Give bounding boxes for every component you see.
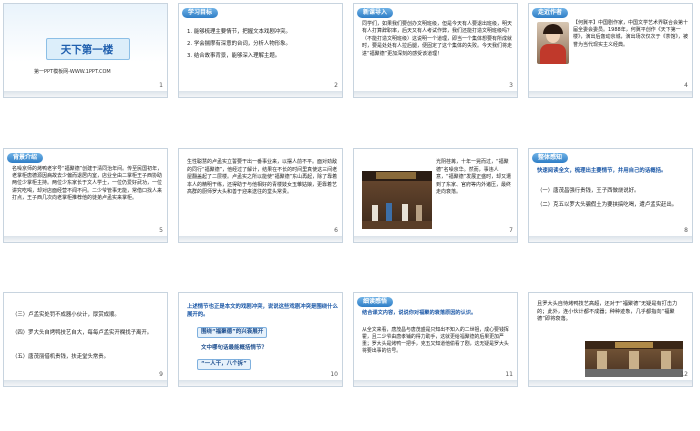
plot-text: 光阴荏苒，十年一晃而过，“福聚德”名噪京华。然而，事违人意，“福聚德”发展正盛时… bbox=[436, 159, 512, 196]
author-photo bbox=[537, 22, 569, 64]
slide-bottom-bar bbox=[354, 236, 517, 242]
plot-item: （四）罗大头自烤鸭技艺自大，每每卢孟实开欄找子离开。 bbox=[12, 330, 153, 336]
slide-thumbnail-9[interactable]: （三）卢孟实处罚不成器小伙计，厚赏成顺。 （四）罗大头自烤鸭技艺自大，每每卢孟实… bbox=[3, 292, 168, 387]
analysis-text: 从全文来看，唐茂昌与唐茂盛是只知出不知入的二世祖，成心要钱挥霍，且二少爷由唐孝铺… bbox=[362, 327, 509, 354]
slide-number: 4 bbox=[684, 82, 688, 89]
slide-thumbnail-12[interactable]: 且罗大头自恃烤鸭技艺高超，还对于“福聚德”无疑是有打击力的；此外，连小伙计都不成… bbox=[528, 292, 693, 387]
plot-item: （三）卢孟实处罚不成器小伙计，厚赏成顺。 bbox=[12, 312, 120, 318]
slide-number: 2 bbox=[334, 82, 338, 89]
plot-item: （一）唐茂昌强行贵钱，王子西做烧说好。 bbox=[537, 188, 640, 194]
conflict-prompt: 上述情节也正是本文的戏剧冲突，说说这些戏剧冲突是围绕什么展开的。 bbox=[187, 304, 338, 318]
plot-item: （二）克五以罗大头骗假土为要挟搞吃喝，遭卢孟实赶出。 bbox=[537, 202, 678, 208]
slide-number: 10 bbox=[330, 371, 338, 378]
slide-bottom-bar bbox=[179, 380, 342, 386]
slide-thumbnail-3[interactable]: 新课导入 同学们，如果我们要创办文明班级，但是今天有人要退出班级，明天有人打算辞… bbox=[353, 3, 518, 98]
slide-header: 细读感悟 bbox=[357, 297, 394, 307]
slide-bottom-bar bbox=[354, 380, 517, 386]
background-text: 名噪京师的烤鸭老字号“福聚德”创建于清同治年间。传至民国初年，老掌柜唐德源因病故… bbox=[12, 166, 163, 201]
slide-bottom-bar bbox=[354, 91, 517, 97]
intro-text: 同学们，如果我们要创办文明班级，但是今天有人要退出班级，明天有人打算辞职率，后天… bbox=[362, 21, 513, 57]
slide-number: 3 bbox=[509, 82, 513, 89]
slide-bottom-bar bbox=[529, 380, 692, 386]
slide-thumbnail-8[interactable]: 整体感知 快速阅读全文，梳理出主要情节，并用自己的话概括。 （一）唐茂昌强行贵钱… bbox=[528, 148, 693, 243]
analysis-prompt: 结合课文内容，说说你对福聚的衰落原因的认识。 bbox=[362, 310, 477, 316]
objective-item: 2. 学会揣摩有深意的台词，分析人物形象。 bbox=[187, 41, 291, 47]
slide-number: 7 bbox=[509, 227, 513, 234]
slide-thumbnail-2[interactable]: 学习目标 1. 能够梳理主要情节，把握文本戏剧冲突。 2. 学会揣摩有深意的台词… bbox=[178, 3, 343, 98]
answer-box: “一人干，八个拆” bbox=[197, 359, 251, 370]
slide-header: 走近作者 bbox=[532, 8, 569, 18]
slide-title: 天下第一楼 bbox=[60, 44, 114, 56]
author-text: 【何冀平】中国剧作家，中国文学艺术界联合会第十届全委会委员。1988年，何冀平创… bbox=[573, 20, 689, 48]
slide-number: 9 bbox=[159, 371, 163, 378]
slide-bottom-bar bbox=[529, 91, 692, 97]
slide-number: 6 bbox=[334, 227, 338, 234]
slide-header: 背景介绍 bbox=[7, 153, 44, 163]
slide-header: 学习目标 bbox=[182, 8, 219, 18]
slide-thumbnail-7[interactable]: 光阴荏苒，十年一晃而过，“福聚德”名噪京华。然而，事违人意，“福聚德”发展正盛时… bbox=[353, 148, 518, 243]
slide-header: 新课导入 bbox=[357, 8, 394, 18]
slide-thumbnail-11[interactable]: 细读感悟 结合课文内容，说说你对福聚的衰落原因的认识。 从全文来看，唐茂昌与唐茂… bbox=[353, 292, 518, 387]
task-prompt: 快速阅读全文，梳理出主要情节，并用自己的话概括。 bbox=[537, 168, 667, 174]
slide-number: 11 bbox=[505, 371, 513, 378]
slide-thumbnail-6[interactable]: 生性聪慧的卢孟实立誓要干出一番事业来，以摆人前不平。面对劲敌的同行“福聚德”，他… bbox=[178, 148, 343, 243]
restaurant-photo bbox=[585, 341, 683, 377]
objective-item: 1. 能够梳理主要情节，把握文本戏剧冲突。 bbox=[187, 29, 291, 35]
answer-box: 围绕“福聚德”的兴衰展开 bbox=[197, 327, 268, 338]
slide-bottom-bar bbox=[4, 91, 167, 97]
slide-bottom-bar bbox=[529, 236, 692, 242]
slide-number: 5 bbox=[159, 227, 163, 234]
conclusion-text: 且罗大头自恃烤鸭技艺高超，还对于“福聚德”无疑是有打击力的；此外，连小伙计都不成… bbox=[537, 301, 678, 323]
slide-number: 1 bbox=[159, 82, 163, 89]
slide-number: 12 bbox=[680, 371, 688, 378]
slide-thumbnail-4[interactable]: 走近作者 【何冀平】中国剧作家，中国文学艺术界联合会第十届全委会委员。1988年… bbox=[528, 3, 693, 98]
slide-bottom-bar bbox=[4, 236, 167, 242]
slide-thumbnail-5[interactable]: 背景介绍 名噪京师的烤鸭老字号“福聚德”创建于清同治年间。传至民国初年，老掌柜唐… bbox=[3, 148, 168, 243]
slide-footer: 第一PPT模板网-WWW.1PPT.COM bbox=[34, 69, 111, 75]
slide-thumbnail-10[interactable]: 上述情节也正是本文的戏剧冲突，说说这些戏剧冲突是围绕什么展开的。 围绕“福聚德”… bbox=[178, 292, 343, 387]
objective-item: 3. 结合故事背景，能够深入理解主题。 bbox=[187, 53, 281, 59]
plot-text: 生性聪慧的卢孟实立誓要干出一番事业来，以摆人前不平。面对劲敌的同行“福聚德”，他… bbox=[187, 159, 338, 196]
stage-photo bbox=[362, 171, 432, 229]
slide-bottom-bar bbox=[4, 380, 167, 386]
slide-bottom-bar bbox=[179, 91, 342, 97]
slide-bottom-bar bbox=[179, 236, 342, 242]
slide-thumbnail-1[interactable]: 天下第一楼 第一PPT模板网-WWW.1PPT.COM 1 bbox=[3, 3, 168, 98]
plot-item: （五）唐茂丽借机贵钱，扶走堂头常贵。 bbox=[12, 354, 110, 360]
slide-header: 整体感知 bbox=[532, 153, 569, 163]
slide-number: 8 bbox=[684, 227, 688, 234]
question-text: 文中哪句话最能概括情节？ bbox=[197, 343, 272, 354]
